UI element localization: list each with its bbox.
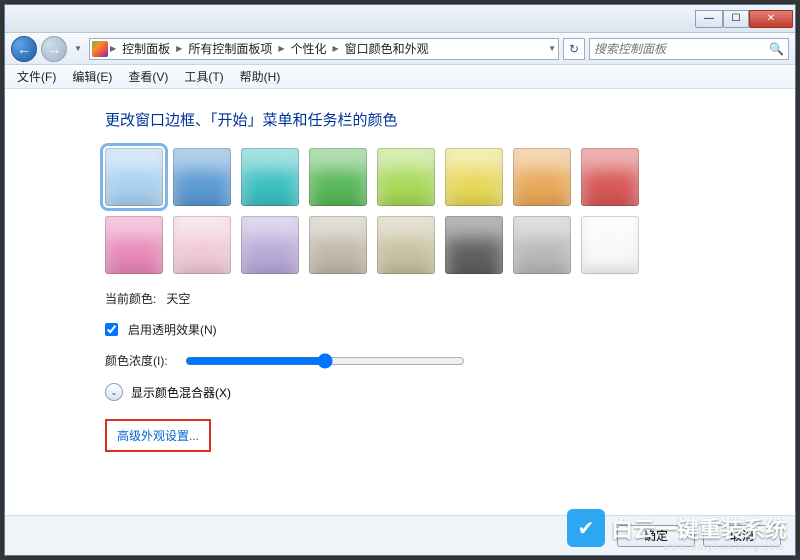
- search-input[interactable]: [594, 42, 769, 56]
- refresh-button[interactable]: ↻: [563, 38, 585, 60]
- color-mixer-label: 显示颜色混合器(X): [131, 384, 231, 401]
- chevron-right-icon: ▶: [278, 44, 284, 53]
- close-button[interactable]: ✕: [749, 10, 793, 28]
- color-swatch[interactable]: [241, 216, 299, 274]
- chevron-right-icon: ▶: [110, 44, 116, 53]
- chevron-down-icon: ⌄: [105, 383, 123, 401]
- window: — ☐ ✕ ← → ▼ ▶ 控制面板 ▶ 所有控制面板项 ▶ 个性化 ▶ 窗口颜…: [4, 4, 796, 556]
- maximize-button[interactable]: ☐: [723, 10, 749, 28]
- minimize-button[interactable]: —: [695, 10, 723, 28]
- color-swatch[interactable]: [581, 216, 639, 274]
- menu-tools[interactable]: 工具(T): [178, 66, 229, 87]
- transparency-row: 启用透明效果(N): [105, 321, 795, 338]
- address-bar[interactable]: ▶ 控制面板 ▶ 所有控制面板项 ▶ 个性化 ▶ 窗口颜色和外观 ▼: [89, 38, 559, 60]
- color-swatch[interactable]: [105, 216, 163, 274]
- color-swatch[interactable]: [513, 148, 571, 206]
- color-swatch[interactable]: [445, 216, 503, 274]
- advanced-appearance-link[interactable]: 高级外观设置...: [105, 419, 211, 452]
- intensity-label: 颜色浓度(I):: [105, 352, 175, 369]
- menu-edit[interactable]: 编辑(E): [66, 66, 118, 87]
- breadcrumb-item[interactable]: 个性化: [287, 40, 331, 57]
- color-swatch[interactable]: [173, 148, 231, 206]
- chevron-right-icon: ▶: [333, 44, 339, 53]
- intensity-slider[interactable]: [185, 353, 465, 369]
- intensity-row: 颜色浓度(I):: [105, 352, 795, 369]
- current-color-row: 当前颜色: 天空: [105, 290, 795, 307]
- page-title: 更改窗口边框、「开始」菜单和任务栏的颜色: [105, 109, 795, 130]
- color-swatch-grid: [105, 148, 685, 274]
- breadcrumb-item[interactable]: 控制面板: [118, 40, 174, 57]
- color-swatch[interactable]: [309, 148, 367, 206]
- menu-view[interactable]: 查看(V): [122, 66, 174, 87]
- color-swatch[interactable]: [309, 216, 367, 274]
- content-area: 更改窗口边框、「开始」菜单和任务栏的颜色 当前颜色: 天空 启用透明效果(N) …: [5, 89, 795, 515]
- watermark-url: www.baiyunxitong.com: [663, 542, 785, 553]
- transparency-checkbox[interactable]: [105, 323, 118, 336]
- chevron-right-icon: ▶: [176, 44, 182, 53]
- forward-button[interactable]: →: [41, 36, 67, 62]
- color-swatch[interactable]: [173, 216, 231, 274]
- menu-bar: 文件(F) 编辑(E) 查看(V) 工具(T) 帮助(H): [5, 65, 795, 89]
- color-swatch[interactable]: [513, 216, 571, 274]
- menu-help[interactable]: 帮助(H): [234, 66, 287, 87]
- control-panel-icon: [92, 41, 108, 57]
- color-swatch[interactable]: [445, 148, 503, 206]
- breadcrumb-item[interactable]: 窗口颜色和外观: [341, 40, 433, 57]
- chevron-down-icon[interactable]: ▼: [548, 44, 556, 53]
- nav-bar: ← → ▼ ▶ 控制面板 ▶ 所有控制面板项 ▶ 个性化 ▶ 窗口颜色和外观 ▼…: [5, 33, 795, 65]
- current-color-value: 天空: [166, 290, 190, 307]
- menu-file[interactable]: 文件(F): [11, 66, 62, 87]
- color-mixer-expander[interactable]: ⌄ 显示颜色混合器(X): [105, 383, 795, 401]
- current-color-label: 当前颜色:: [105, 290, 156, 307]
- back-button[interactable]: ←: [11, 36, 37, 62]
- color-swatch[interactable]: [241, 148, 299, 206]
- refresh-icon: ↻: [569, 42, 579, 56]
- color-swatch[interactable]: [581, 148, 639, 206]
- color-swatch[interactable]: [377, 148, 435, 206]
- color-swatch[interactable]: [105, 148, 163, 206]
- color-swatch[interactable]: [377, 216, 435, 274]
- breadcrumb-item[interactable]: 所有控制面板项: [184, 40, 276, 57]
- transparency-label[interactable]: 启用透明效果(N): [128, 321, 217, 338]
- history-dropdown-icon[interactable]: ▼: [71, 44, 85, 53]
- titlebar: — ☐ ✕: [5, 5, 795, 33]
- search-box[interactable]: 🔍: [589, 38, 789, 60]
- search-icon: 🔍: [769, 42, 784, 56]
